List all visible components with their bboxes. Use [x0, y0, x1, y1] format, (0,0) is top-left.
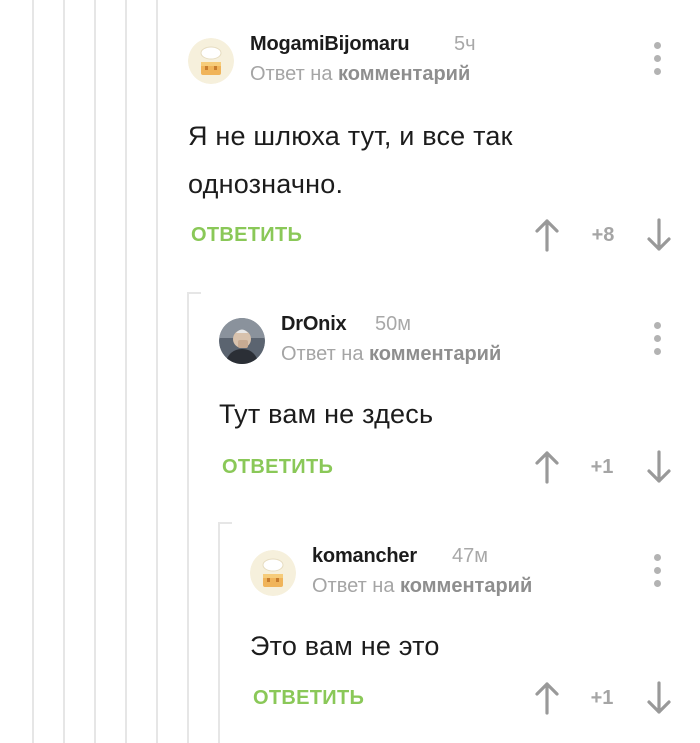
comment-text-line: Я не шлюха тут, и все так: [188, 121, 513, 151]
more-options-icon[interactable]: [648, 322, 668, 356]
reply-button[interactable]: ОТВЕТИТЬ: [191, 224, 302, 247]
downvote-icon[interactable]: [646, 218, 672, 252]
upvote-icon[interactable]: [534, 450, 560, 484]
comment-time: 5ч: [454, 33, 476, 55]
comment-time: 50м: [375, 313, 411, 335]
upvote-icon[interactable]: [534, 218, 560, 252]
comment-header: MogamiBijomaru 5ч Ответ на комментарий: [188, 30, 700, 90]
comment-text: Тут вам не здесь: [219, 390, 433, 438]
comment-text-line: Это вам не это: [250, 631, 440, 661]
reply-to-label: Ответ на комментарий: [250, 63, 470, 86]
comment: MogamiBijomaru 5ч Ответ на комментарий Я…: [188, 30, 700, 270]
thread-line: [32, 0, 34, 743]
reply-to-prefix: Ответ на: [312, 575, 401, 597]
reply-to-prefix: Ответ на: [250, 63, 339, 85]
downvote-icon[interactable]: [646, 450, 672, 484]
reply-to-prefix: Ответ на: [281, 343, 370, 365]
comment-header: komancher 47м Ответ на комментарий: [250, 542, 700, 602]
reply-to-link[interactable]: комментарий: [400, 575, 532, 597]
more-options-icon[interactable]: [648, 554, 668, 588]
cake-avatar-icon: [188, 38, 234, 84]
thread-line: [156, 0, 158, 743]
avatar[interactable]: [250, 550, 296, 596]
vote-score: +1: [590, 456, 614, 478]
avatar[interactable]: [219, 318, 265, 364]
avatar[interactable]: [188, 38, 234, 84]
thread-branch: [218, 522, 232, 524]
reply-to-link[interactable]: комментарий: [369, 343, 501, 365]
thread-line: [63, 0, 65, 743]
thread-line: [187, 292, 189, 743]
reply-to-label: Ответ на комментарий: [281, 343, 501, 366]
thread-line: [94, 0, 96, 743]
more-options-icon[interactable]: [648, 42, 668, 76]
comment: DrOnix 50м Ответ на комментарий Тут вам …: [219, 310, 700, 500]
reply-to-label: Ответ на комментарий: [312, 575, 532, 598]
comment-text-line: однозначно.: [188, 169, 344, 199]
vote-score: +8: [591, 224, 615, 246]
reply-button[interactable]: ОТВЕТИТЬ: [222, 456, 333, 479]
thread-branch: [187, 292, 201, 294]
comment-text: Это вам не это: [250, 622, 440, 670]
comment-text: Я не шлюха тут, и все так однозначно.: [188, 112, 513, 208]
upvote-icon[interactable]: [534, 681, 560, 715]
thread-line: [125, 0, 127, 743]
reply-button[interactable]: ОТВЕТИТЬ: [253, 687, 364, 710]
author-name[interactable]: MogamiBijomaru: [250, 33, 410, 56]
comment-text-line: Тут вам не здесь: [219, 399, 434, 429]
downvote-icon[interactable]: [646, 681, 672, 715]
comment-time: 47м: [452, 545, 488, 567]
author-name[interactable]: DrOnix: [281, 313, 347, 336]
cake-avatar-icon: [250, 550, 296, 596]
photo-avatar-icon: [219, 318, 265, 364]
vote-score: +1: [590, 687, 614, 709]
author-name[interactable]: komancher: [312, 545, 417, 568]
comment-header: DrOnix 50м Ответ на комментарий: [219, 310, 700, 370]
thread-line: [218, 522, 220, 743]
reply-to-link[interactable]: комментарий: [338, 63, 470, 85]
comment: komancher 47м Ответ на комментарий Это в…: [250, 542, 700, 743]
